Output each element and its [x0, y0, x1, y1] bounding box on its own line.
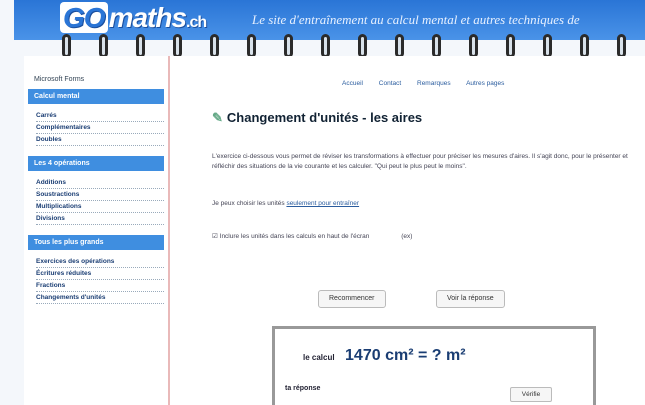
show-answer-button[interactable]: Voir la réponse: [436, 290, 505, 308]
calc-box: le calcul 1470 cm² = ? m² ta réponse Vér…: [272, 326, 596, 405]
binding-ring: [321, 34, 330, 58]
nav-remarques[interactable]: Remarques: [417, 80, 451, 87]
sidebar-item-ecritures[interactable]: Écritures réduites: [36, 268, 164, 280]
binding-ring: [210, 34, 219, 58]
sidebar-item-changements[interactable]: Changements d'unités: [36, 292, 164, 304]
sidebar-item-exercices[interactable]: Exercices des opérations: [36, 256, 164, 268]
site-logo[interactable]: GO maths.ch: [60, 2, 207, 34]
intro-text: L'exercice ci-dessous vous permet de rév…: [212, 153, 628, 170]
option-include-text: Inclure les unités dans les calculs en h…: [219, 233, 370, 240]
option-units-text: Je peux choisir les unités: [212, 200, 285, 207]
binding-ring: [580, 34, 589, 58]
pencil-icon: ✎: [212, 110, 223, 125]
answer-label: ta réponse: [285, 385, 321, 392]
logo-ext: .ch: [186, 14, 207, 31]
sidebar: Microsoft Forms Calcul mental Carrés Com…: [28, 76, 164, 405]
sidebar-location[interactable]: Microsoft Forms: [34, 76, 164, 83]
site-tagline: Le site d'entraînement au calcul mental …: [252, 12, 580, 27]
nav-contact[interactable]: Contact: [379, 80, 401, 87]
sidebar-item-additions[interactable]: Additions: [36, 177, 164, 189]
binding-ring: [469, 34, 478, 58]
page-title: ✎ Changement d'unités - les aires: [212, 110, 422, 126]
sidebar-section-operations: Les 4 opérations: [28, 156, 164, 171]
binding-ring: [136, 34, 145, 58]
binding-ring: [395, 34, 404, 58]
option-units: Je peux choisir les unités seulement pou…: [212, 200, 359, 207]
binding-ring: [543, 34, 552, 58]
binding-ring: [432, 34, 441, 58]
margin-line: [168, 56, 170, 405]
calc-label: le calcul: [303, 353, 335, 362]
sidebar-item-divisions[interactable]: Divisions: [36, 213, 164, 225]
binding-ring: [358, 34, 367, 58]
logo-maths: maths: [108, 2, 187, 33]
logo-go: GO: [60, 2, 108, 33]
nav-accueil[interactable]: Accueil: [342, 80, 363, 87]
binding-ring: [617, 34, 626, 58]
restart-button[interactable]: Recommencer: [318, 290, 386, 308]
sidebar-section-plus-grands: Tous les plus grands: [28, 235, 164, 250]
binding-ring: [99, 34, 108, 58]
page-title-text: Changement d'unités - les aires: [226, 110, 423, 125]
binding-ring: [506, 34, 515, 58]
checkbox-icon[interactable]: ☑: [212, 233, 218, 240]
sidebar-item-complementaires[interactable]: Complémentaires: [36, 122, 164, 134]
nav-autres[interactable]: Autres pages: [466, 80, 504, 87]
binding-ring: [284, 34, 293, 58]
window-frame: GO maths.ch Le site d'entraînement au cal…: [0, 0, 645, 405]
top-nav: Accueil Contact Remarques Autres pages: [342, 80, 518, 87]
binding-ring: [62, 34, 71, 58]
option-include-suffix: (ex): [401, 233, 413, 240]
option-units-link[interactable]: seulement pour entraîner: [286, 200, 359, 207]
binding-ring: [173, 34, 182, 58]
sidebar-section-calcul-mental: Calcul mental: [28, 89, 164, 104]
sidebar-item-fractions[interactable]: Fractions: [36, 280, 164, 292]
option-include-units: ☑ Inclure les unités dans les calculs en…: [212, 232, 412, 240]
verify-button[interactable]: Vérifie: [510, 387, 552, 402]
sidebar-item-doubles[interactable]: Doubles: [36, 134, 164, 146]
sidebar-item-soustractions[interactable]: Soustractions: [36, 189, 164, 201]
sidebar-item-multiplications[interactable]: Multiplications: [36, 201, 164, 213]
binding-ring: [247, 34, 256, 58]
calc-line: le calcul 1470 cm² = ? m²: [303, 347, 466, 365]
sidebar-item-carres[interactable]: Carrés: [36, 110, 164, 122]
calc-expression: 1470 cm² = ? m²: [345, 347, 466, 364]
